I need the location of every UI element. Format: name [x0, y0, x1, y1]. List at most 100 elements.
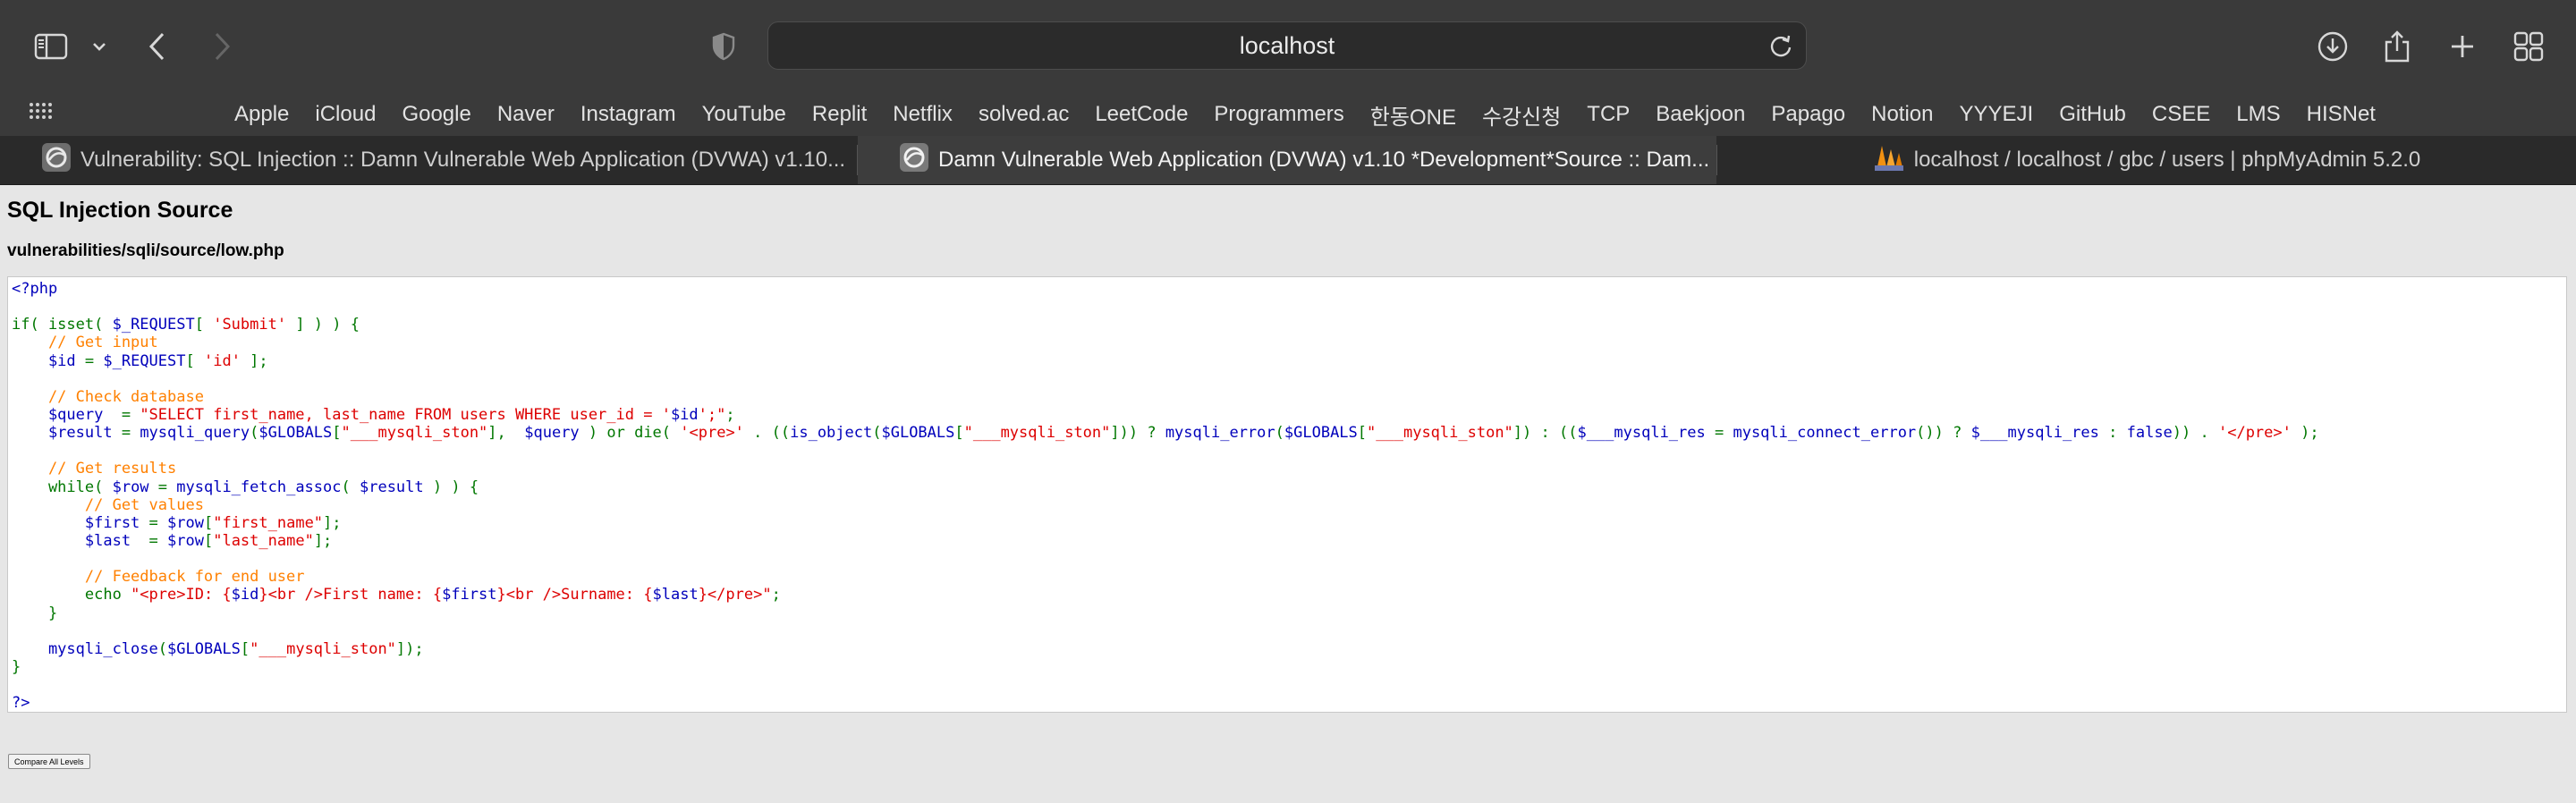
code-token-string: "first_name" [213, 513, 324, 532]
bookmark-item[interactable]: 한동ONE [1370, 99, 1456, 131]
tab-title: Vulnerability: SQL Injection :: Damn Vul… [80, 148, 846, 172]
bookmark-item[interactable]: Baekjoon [1656, 102, 1745, 127]
bookmark-item[interactable]: Naver [497, 102, 555, 127]
code-line: $last = $row["last_name"]; [12, 532, 2563, 550]
bookmark-item[interactable]: YouTube [702, 102, 786, 127]
code-token-keyword: $id [231, 586, 259, 604]
bookmark-item[interactable]: Programmers [1214, 102, 1343, 127]
code-token-default: = [121, 424, 140, 443]
plus-icon[interactable] [2449, 29, 2476, 64]
code-token-default: } [12, 604, 58, 622]
code-token-default: ) or die( [588, 424, 681, 443]
code-line: // Get input [12, 334, 2563, 351]
shield-icon[interactable] [712, 29, 735, 64]
code-token-default: ) ) { [432, 478, 479, 496]
code-token-default: ( [157, 639, 168, 658]
bookmark-item[interactable]: HISNet [2307, 102, 2376, 127]
code-line: $id = $_REQUEST[ 'id' ]; [12, 352, 2563, 370]
bookmark-item[interactable]: YYYEJI [1959, 102, 2033, 127]
bookmark-item[interactable]: Notion [1871, 102, 1933, 127]
compare-all-levels-button[interactable]: Compare All Levels [8, 754, 90, 769]
code-line: <?php [12, 280, 2563, 298]
bookmark-item[interactable]: 수강신청 [1482, 99, 1561, 131]
code-token-default: ])) ? [1110, 424, 1165, 443]
code-token-keyword: $result [359, 478, 433, 496]
download-icon[interactable] [2317, 29, 2349, 64]
code-token-default: ( [872, 424, 882, 443]
tab-overview-icon[interactable] [2513, 29, 2544, 64]
code-token-keyword: $GLOBALS [258, 424, 333, 443]
code-token-comment: // Check database [12, 387, 204, 406]
code-token-keyword: $first [12, 513, 149, 532]
sidebar-icon[interactable] [34, 29, 68, 64]
bookmark-item[interactable]: Google [402, 102, 470, 127]
phpmyadmin-favicon-icon [1873, 142, 1905, 179]
code-token-default: [ [332, 424, 342, 443]
code-token-keyword: $GLOBALS [1284, 424, 1358, 443]
bookmark-item[interactable]: CSEE [2152, 102, 2210, 127]
bookmark-item[interactable]: LMS [2236, 102, 2280, 127]
code-token-default: = [148, 531, 168, 550]
address-bar[interactable]: localhost [767, 21, 1807, 70]
code-token-string: }<br />First name: { [258, 586, 443, 604]
bookmark-item[interactable]: iCloud [315, 102, 376, 127]
share-icon[interactable] [2383, 29, 2411, 64]
bookmark-item[interactable]: Apple [234, 102, 289, 127]
bookmark-item[interactable]: LeetCode [1095, 102, 1188, 127]
code-token-keyword: $result [12, 424, 122, 443]
address-text[interactable]: localhost [768, 22, 1806, 69]
code-line: // Get results [12, 460, 2563, 478]
code-token-default: [ [1357, 424, 1368, 443]
reload-icon[interactable] [1768, 33, 1793, 63]
tab-title: Damn Vulnerable Web Application (DVWA) v… [938, 148, 1710, 172]
code-token-keyword: is_object [790, 424, 873, 443]
code-token-keyword: $GLOBALS [881, 424, 955, 443]
tab-dvwa-source[interactable]: Damn Vulnerable Web Application (DVWA) v… [858, 136, 1716, 184]
code-line: $first = $row["first_name"]; [12, 514, 2563, 532]
code-token-default: = [157, 478, 177, 496]
code-token-string: "___mysqli_ston" [1367, 424, 1513, 443]
back-arrow-icon[interactable] [147, 29, 168, 64]
code-token-default: )) . [2172, 424, 2218, 443]
code-token-string: "___mysqli_ston" [341, 424, 488, 443]
code-line: $result = mysqli_query($GLOBALS["___mysq… [12, 424, 2563, 442]
code-token-default: ; [771, 586, 781, 604]
code-token-keyword: $query [524, 424, 589, 443]
code-token-keyword: $last [652, 586, 699, 604]
chevron-down-icon[interactable] [91, 29, 107, 64]
tab-phpmyadmin[interactable]: localhost / localhost / gbc / users | ph… [1717, 136, 2576, 184]
code-token-default: [ [203, 531, 214, 550]
grid-icon[interactable] [29, 100, 52, 128]
bookmark-item[interactable]: Netflix [893, 102, 953, 127]
code-token-keyword: mysqli_connect_error [1733, 424, 1917, 443]
code-token-keyword: $row [167, 531, 204, 550]
code-token-default: ; [725, 405, 735, 424]
bookmark-item[interactable]: GitHub [2059, 102, 2126, 127]
tab-sqli-vulnerability[interactable]: Vulnerability: SQL Injection :: Damn Vul… [0, 136, 857, 184]
bookmark-item[interactable]: Replit [812, 102, 867, 127]
code-token-string: }</pre>" [698, 586, 772, 604]
code-token-default: ]); [395, 639, 424, 658]
code-token-default: . (( [753, 424, 791, 443]
source-code: <?php if( isset( $_REQUEST[ 'Submit' ] )… [12, 280, 2563, 712]
bookmark-item[interactable]: solved.ac [979, 102, 1069, 127]
bookmark-item[interactable]: Instagram [580, 102, 676, 127]
code-token-keyword: $_REQUEST [112, 316, 195, 334]
code-line: } [12, 658, 2563, 676]
code-token-default: if( isset( [12, 316, 113, 334]
bookmark-item[interactable]: TCP [1587, 102, 1630, 127]
code-line: echo "<pre>ID: {$id}<br />First name: {$… [12, 586, 2563, 604]
code-token-default: = [84, 351, 104, 370]
code-token-default: while( [12, 478, 113, 496]
code-line: // Check database [12, 388, 2563, 406]
code-token-string: "last_name" [213, 531, 314, 550]
code-token-string: }<br />Surname: { [496, 586, 653, 604]
code-token-comment: // Feedback for end user [12, 568, 305, 587]
bookmark-item[interactable]: Papago [1771, 102, 1845, 127]
forward-arrow-icon[interactable] [211, 29, 233, 64]
code-token-string: '<pre>' [680, 424, 754, 443]
